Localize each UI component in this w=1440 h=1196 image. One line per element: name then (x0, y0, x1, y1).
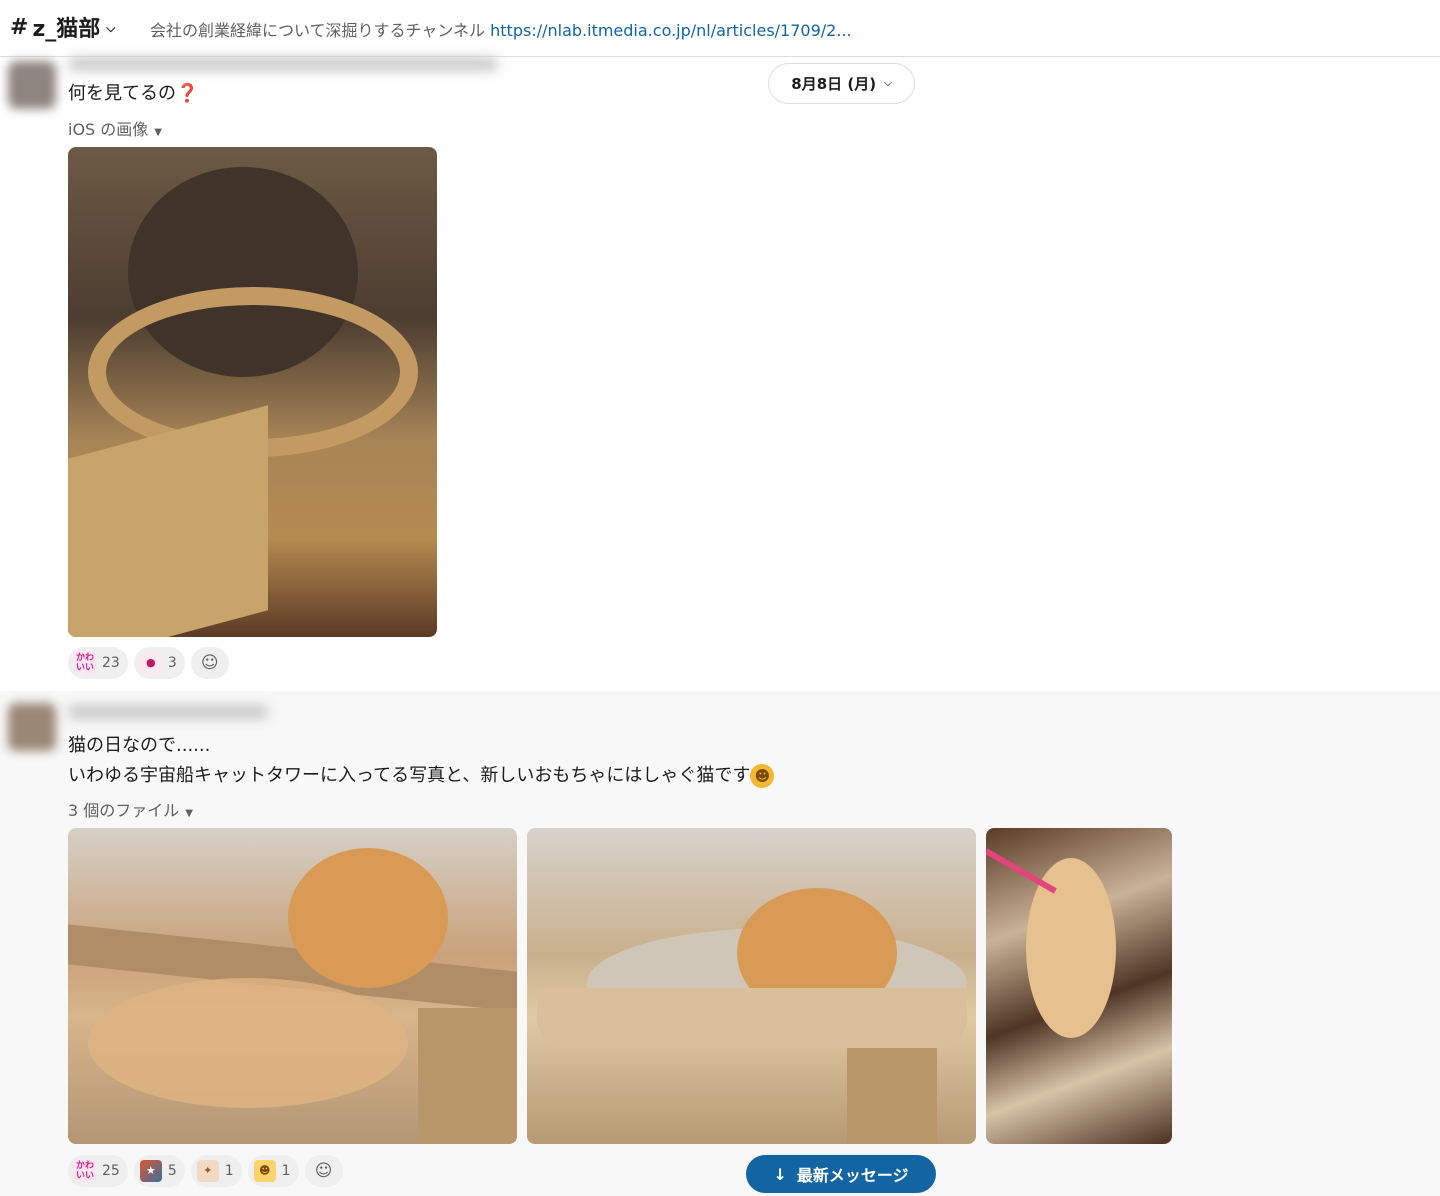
caret-down-icon: ▼ (154, 127, 162, 138)
reactions-bar: かわいい 25 ★ 5 ✦ 1 ☻ 1 ☺ (68, 1155, 343, 1187)
date-divider-button[interactable]: 8月8日 (月) ⌵ (768, 63, 915, 104)
message-text-line2: いわゆる宇宙船キャットタワーに入ってる写真と、新しいおもちゃにはしゃぐ猫です ☻ (68, 761, 775, 788)
clap-icon: ✦ (196, 1160, 219, 1182)
files-toggle[interactable]: iOS の画像 ▼ (68, 116, 162, 140)
jump-to-latest-button[interactable]: ↓ 最新メッセージ (746, 1155, 936, 1193)
message-text: 何を見てるの❓ (68, 79, 198, 105)
reaction-count: 1 (224, 1163, 234, 1179)
cat-icon: ☻ (253, 1160, 276, 1182)
question-mark-emoji: ❓ (176, 83, 199, 104)
reaction-kawaii[interactable]: かわいい 25 (68, 1155, 128, 1187)
image-attachment[interactable] (986, 828, 1172, 1144)
bowl-shape (88, 978, 408, 1108)
sender-name-blurred (68, 57, 498, 71)
avatar[interactable] (8, 703, 56, 751)
reaction-count: 25 (102, 1163, 120, 1179)
jump-button-label: 最新メッセージ (796, 1166, 909, 1185)
reactions-bar: かわいい 23 ● 3 ☺ (68, 647, 229, 679)
add-reaction-button[interactable]: ☺ (190, 647, 229, 679)
cat-shape (288, 848, 448, 988)
files-toggle[interactable]: 3 個のファイル ▼ (68, 797, 193, 821)
shelf-shape (537, 988, 967, 1048)
files-label: 3 個のファイル (68, 801, 180, 820)
reaction-kawaii[interactable]: かわいい 23 (68, 647, 128, 679)
arrow-down-icon: ↓ (773, 1164, 787, 1184)
topic-link[interactable]: https://nlab.itmedia.co.jp/nl/articles/1… (490, 21, 851, 40)
sticker-icon: ★ (139, 1160, 162, 1182)
post-shape (847, 1048, 937, 1144)
channel-topic: 会社の創業経緯について深掘りするチャンネル https://nlab.itmed… (150, 17, 852, 41)
channel-header: # z_猫部 ⌵ 会社の創業経緯について深掘りするチャンネル https://n… (0, 0, 1440, 57)
channel-name-button[interactable]: # z_猫部 ⌵ (10, 10, 115, 44)
reaction-count: 5 (167, 1163, 177, 1179)
kawaii-icon: かわいい (74, 1160, 96, 1182)
reaction-count: 1 (281, 1163, 291, 1179)
sender-name-blurred (68, 705, 268, 719)
ghost-icon: ● (139, 652, 162, 674)
post-shape (418, 1008, 517, 1144)
add-emoji-icon: ☺ (200, 653, 219, 673)
reaction-ghost[interactable]: ● 3 (133, 647, 185, 679)
add-reaction-button[interactable]: ☺ (304, 1155, 343, 1187)
channel-name: z_猫部 (32, 17, 101, 42)
files-label: iOS の画像 (68, 120, 149, 139)
reaction-sticker[interactable]: ★ 5 (133, 1155, 185, 1187)
caret-down-icon: ▼ (185, 808, 193, 819)
add-emoji-icon: ☺ (314, 1161, 333, 1181)
image-attachment[interactable] (68, 828, 517, 1144)
reaction-cat[interactable]: ☻ 1 (247, 1155, 299, 1187)
message: 何を見てるの❓ iOS の画像 ▼ かわいい 23 ● 3 ☺ (0, 57, 1440, 691)
message-text-line1: 猫の日なので...... (68, 735, 211, 756)
reaction-count: 3 (167, 655, 177, 671)
image-attachment[interactable] (68, 147, 437, 637)
chevron-down-icon: ⌵ (106, 20, 116, 35)
hash-icon: # (10, 14, 29, 40)
message-text-body: 何を見てるの (68, 83, 176, 104)
reaction-clap[interactable]: ✦ 1 (190, 1155, 242, 1187)
date-label: 8月8日 (月) (791, 75, 877, 93)
message-text-body: いわゆる宇宙船キャットタワーに入ってる写真と、新しいおもちゃにはしゃぐ猫です (68, 765, 751, 786)
kawaii-icon: かわいい (74, 652, 96, 674)
chevron-down-icon: ⌵ (884, 78, 892, 89)
cat-face-emoji: ☻ (750, 764, 775, 788)
message: 猫の日なので...... いわゆる宇宙船キャットタワーに入ってる写真と、新しいお… (0, 691, 1440, 1196)
avatar[interactable] (8, 61, 56, 109)
topic-text: 会社の創業経緯について深掘りするチャンネル (150, 21, 491, 40)
image-attachment[interactable] (527, 828, 976, 1144)
cardboard-shape (68, 405, 268, 637)
reaction-count: 23 (102, 655, 120, 671)
